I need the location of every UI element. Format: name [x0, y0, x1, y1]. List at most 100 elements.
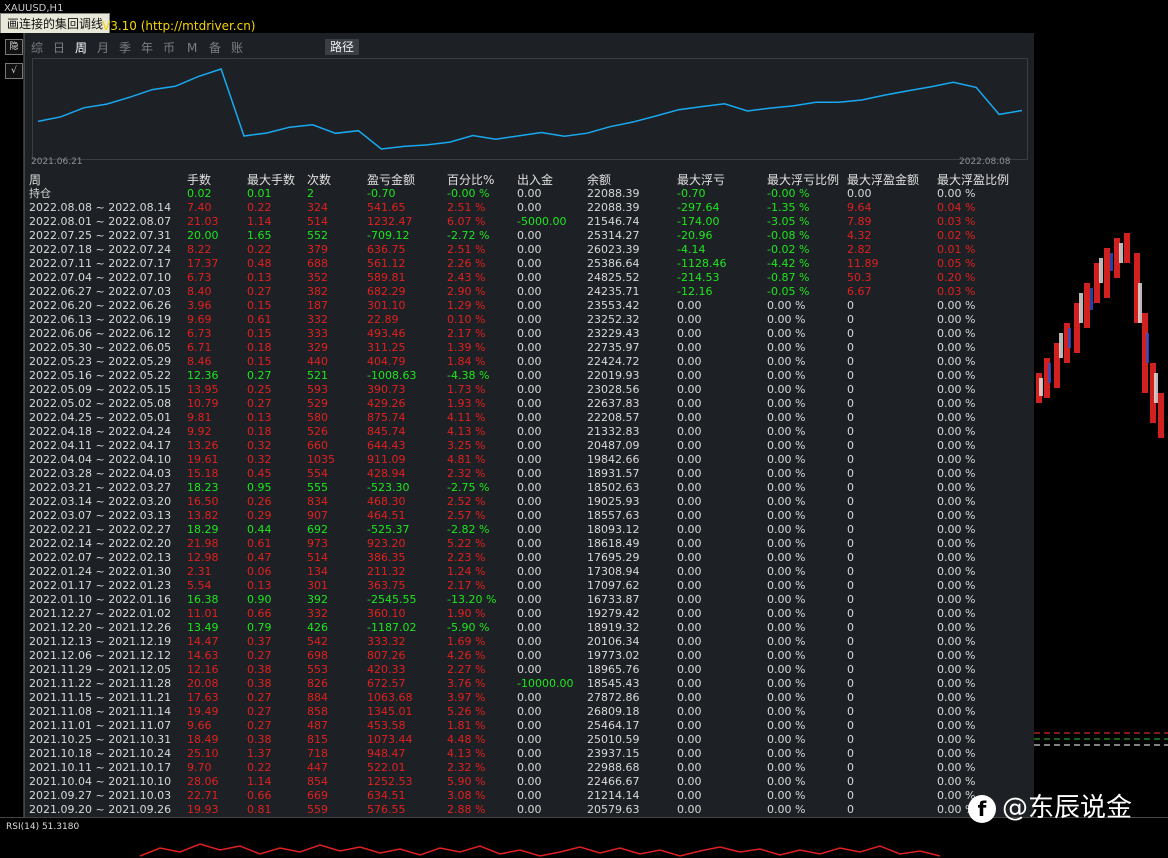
table-row: 2021.09.27 ~ 2021.10.03 22.71 0.66 669 634.5…	[29, 789, 1029, 803]
cell-max-fp: 0	[847, 719, 854, 732]
cell-pct: 0.10 %	[447, 313, 486, 326]
cell-max-dd: -12.16	[677, 285, 713, 298]
tab-4[interactable]: 季	[119, 40, 131, 56]
cell-lots: 12.16	[187, 663, 219, 676]
tab-1[interactable]: 日	[53, 40, 65, 56]
cell-max-lots: 0.79	[247, 621, 272, 634]
cell-flow: 0.00	[517, 425, 542, 438]
tab-5[interactable]: 年	[141, 40, 153, 56]
cell-balance: 18965.76	[587, 663, 640, 676]
tab-8[interactable]: 备	[209, 40, 221, 56]
cell-balance: 25314.27	[587, 229, 640, 242]
cell-lots: 17.63	[187, 691, 219, 704]
cell-max-lots: 0.95	[247, 481, 272, 494]
cell-max-dd: 0.00	[677, 691, 702, 704]
cell-period: 2022.04.25 ~ 2022.05.01	[29, 411, 172, 424]
table-row: 2022.05.30 ~ 2022.06.05 6.71 0.18 329 311.25…	[29, 341, 1029, 355]
cell-pnl: 948.47	[367, 747, 406, 760]
cell-max-lots: 0.38	[247, 663, 272, 676]
cell-max-fp-pct: 0.00 %	[937, 481, 976, 494]
cell-max-fp-pct: 0.00 %	[937, 579, 976, 592]
cell-max-fp-pct: 0.00 %	[937, 551, 976, 564]
cell-max-lots: 0.90	[247, 593, 272, 606]
cell-max-lots: 0.44	[247, 523, 272, 536]
cell-max-dd-pct: 0.00 %	[767, 537, 806, 550]
cell-pnl: 360.10	[367, 607, 406, 620]
table-row: 2021.11.01 ~ 2021.11.07 9.66 0.27 487 453.58…	[29, 719, 1029, 733]
cell-lots: 13.95	[187, 383, 219, 396]
cell-lots: 16.50	[187, 495, 219, 508]
cell-max-dd: 0.00	[677, 761, 702, 774]
cell-max-dd-pct: 0.00 %	[767, 369, 806, 382]
tab-7[interactable]: M	[187, 40, 197, 56]
cell-lots: 12.36	[187, 369, 219, 382]
cell-max-dd-pct: 0.00 %	[767, 621, 806, 634]
cell-flow: 0.00	[517, 355, 542, 368]
cell-max-dd-pct: 0.00 %	[767, 397, 806, 410]
cell-max-lots: 0.13	[247, 411, 272, 424]
cell-period: 2021.10.04 ~ 2021.10.10	[29, 775, 172, 788]
cell-max-dd-pct: 0.00 %	[767, 677, 806, 690]
cell-balance: 25386.64	[587, 257, 640, 270]
cell-max-fp-pct: 0.04 %	[937, 201, 976, 214]
cell-pct: 2.17 %	[447, 579, 486, 592]
cell-max-lots: 0.61	[247, 537, 272, 550]
table-row: 2022.08.01 ~ 2022.08.07 21.03 1.14 514 1232.…	[29, 215, 1029, 229]
tab-9[interactable]: 账户	[231, 40, 243, 71]
tab-2[interactable]: 周	[75, 40, 87, 56]
cell-max-lots: 1.14	[247, 775, 272, 788]
cell-max-fp-pct: 0.00 %	[937, 705, 976, 718]
chart-start-date: 2021.06.21	[31, 157, 83, 167]
cell-flow: 0.00	[517, 495, 542, 508]
table-row: 2022.04.25 ~ 2022.05.01 9.81 0.13 580 875.74…	[29, 411, 1029, 425]
cell-max-fp-pct: 0.00 %	[937, 649, 976, 662]
cell-max-dd-pct: 0.00 %	[767, 453, 806, 466]
header-cell: 最大浮盈比例	[937, 173, 1010, 187]
cell-max-dd: -1128.46	[677, 257, 727, 270]
cell-balance: 21214.14	[587, 789, 640, 802]
tab-0[interactable]: 综	[31, 40, 43, 56]
cell-max-fp: 0	[847, 299, 854, 312]
cell-lots: 13.82	[187, 509, 219, 522]
cell-period: 2022.02.21 ~ 2022.02.27	[29, 523, 172, 536]
cell-max-lots: 0.27	[247, 397, 272, 410]
hide-button[interactable]: 隐	[5, 39, 23, 55]
cell-max-dd: 0.00	[677, 579, 702, 592]
cell-pct: 2.52 %	[447, 495, 486, 508]
tab-3[interactable]: 月	[97, 40, 109, 56]
cell-max-dd: 0.00	[677, 299, 702, 312]
cell-flow: 0.00	[517, 257, 542, 270]
cell-pct: 2.23 %	[447, 551, 486, 564]
cell-max-dd-pct: 0.00 %	[767, 383, 806, 396]
table-row: 2022.04.11 ~ 2022.04.17 13.26 0.32 660 644.4…	[29, 439, 1029, 453]
cell-max-lots: 0.61	[247, 313, 272, 326]
header-cell: 次数	[307, 173, 332, 187]
cell-max-fp-pct: 0.05 %	[937, 257, 976, 270]
cell-lots: 22.71	[187, 789, 219, 802]
header-cell: 周	[29, 173, 42, 187]
cell-max-dd: 0.00	[677, 789, 702, 802]
cell-count: 553	[307, 663, 328, 676]
cell-max-fp: 6.67	[847, 285, 872, 298]
cell-balance: 22208.57	[587, 411, 640, 424]
cell-max-dd: 0.00	[677, 355, 702, 368]
cell-lots: 9.66	[187, 719, 212, 732]
cell-pnl: 644.43	[367, 439, 406, 452]
cell-max-lots: 0.22	[247, 201, 272, 214]
report-panel: 综日周月季年币M备账户 路径 2021.06.21 2022.08.08 周手数…	[24, 33, 1035, 817]
cell-max-dd-pct: 0.00 %	[767, 299, 806, 312]
cell-balance: 18618.49	[587, 537, 640, 550]
header-cell: 百分比%	[447, 173, 495, 187]
table-row: 2022.02.14 ~ 2022.02.20 21.98 0.61 973 923.2…	[29, 537, 1029, 551]
check-button[interactable]: √	[5, 63, 23, 79]
cell-period: 2022.02.14 ~ 2022.02.20	[29, 537, 172, 550]
cell-lots: 18.23	[187, 481, 219, 494]
cell-flow: 0.00	[517, 523, 542, 536]
cell-lots: 14.47	[187, 635, 219, 648]
route-button[interactable]: 路径	[325, 39, 360, 55]
cell-max-dd: -297.64	[677, 201, 720, 214]
cell-max-dd-pct: 0.00 %	[767, 635, 806, 648]
cell-max-lots: 0.27	[247, 369, 272, 382]
tab-6[interactable]: 币	[163, 40, 175, 56]
cell-period: 2022.08.01 ~ 2022.08.07	[29, 215, 172, 228]
